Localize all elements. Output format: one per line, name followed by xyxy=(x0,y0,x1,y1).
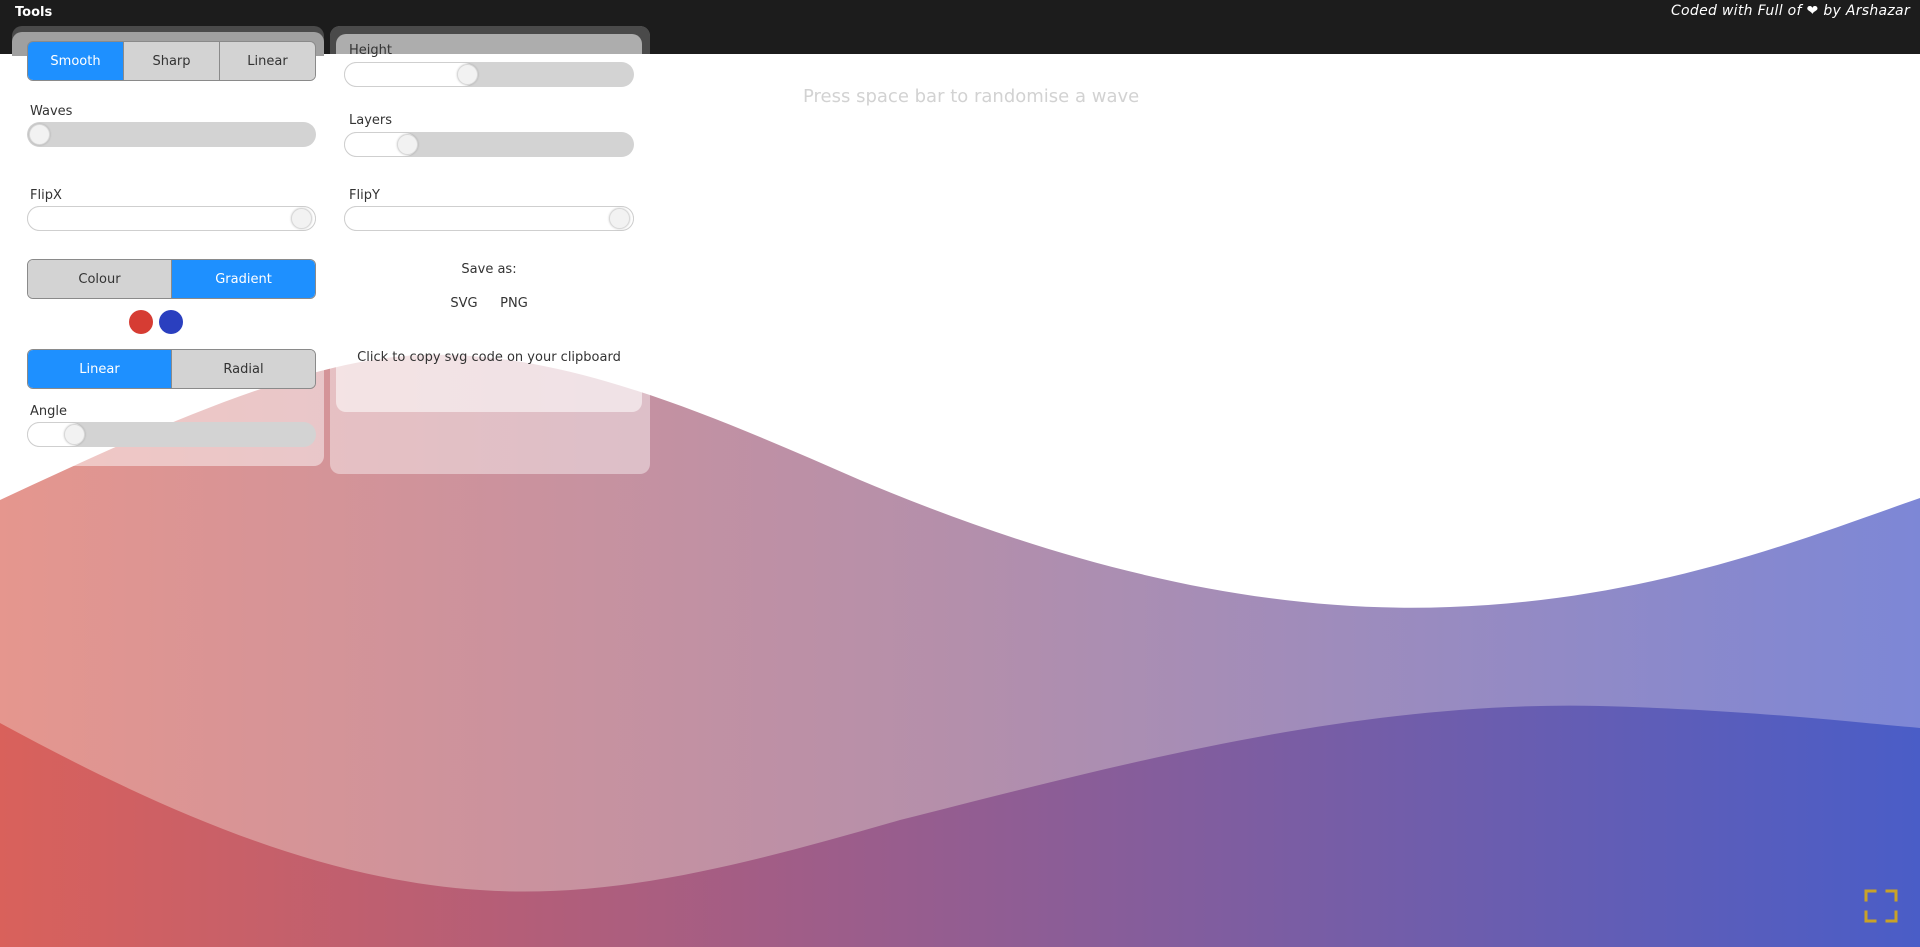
curve-sharp-button[interactable]: Sharp xyxy=(124,42,220,80)
height-label: Height xyxy=(349,43,392,58)
tools-title: Tools xyxy=(15,5,53,20)
height-slider-knob[interactable] xyxy=(457,64,478,85)
save-svg-button[interactable]: SVG xyxy=(446,296,482,311)
flipy-slider[interactable] xyxy=(344,206,634,231)
colour-mode-button[interactable]: Colour xyxy=(28,260,172,298)
linear-gradient-button[interactable]: Linear xyxy=(28,350,172,388)
angle-label: Angle xyxy=(30,404,67,419)
flipx-slider[interactable] xyxy=(27,206,316,231)
copy-svg-button[interactable]: Click to copy svg code on your clipboard xyxy=(350,350,628,365)
gradient-type-selector: Linear Radial xyxy=(27,349,316,389)
curve-type-selector: Smooth Sharp Linear xyxy=(27,41,316,81)
curve-smooth-button[interactable]: Smooth xyxy=(28,42,124,80)
waves-slider[interactable] xyxy=(27,122,316,147)
layers-label: Layers xyxy=(349,113,393,128)
fullscreen-icon[interactable] xyxy=(1864,889,1898,923)
heart-icon: ❤ xyxy=(1806,3,1819,19)
credit-suffix: by Arshazar xyxy=(1823,3,1910,19)
height-slider[interactable] xyxy=(344,62,634,87)
save-as-label: Save as: xyxy=(461,262,517,277)
gradient-end-swatch[interactable] xyxy=(159,310,183,334)
fill-mode-selector: Colour Gradient xyxy=(27,259,316,299)
save-png-button[interactable]: PNG xyxy=(495,296,533,311)
gradient-start-swatch[interactable] xyxy=(129,310,153,334)
credit-prefix: Coded with Full of xyxy=(1670,3,1802,19)
waves-label: Waves xyxy=(30,104,73,119)
layers-slider[interactable] xyxy=(344,132,634,157)
left-panel xyxy=(12,32,324,466)
randomise-hint: Press space bar to randomise a wave xyxy=(803,86,1140,107)
credit-text: Coded with Full of ❤ by Arshazar xyxy=(1671,3,1910,19)
angle-slider[interactable] xyxy=(27,422,316,447)
flipy-slider-knob[interactable] xyxy=(609,208,630,229)
flipx-label: FlipX xyxy=(30,188,62,203)
flipy-label: FlipY xyxy=(349,188,380,203)
waves-slider-knob[interactable] xyxy=(29,124,50,145)
gradient-mode-button[interactable]: Gradient xyxy=(172,260,315,298)
radial-gradient-button[interactable]: Radial xyxy=(172,350,315,388)
layers-slider-knob[interactable] xyxy=(397,134,418,155)
angle-slider-knob[interactable] xyxy=(64,424,85,445)
flipx-slider-knob[interactable] xyxy=(291,208,312,229)
curve-linear-button[interactable]: Linear xyxy=(220,42,315,80)
